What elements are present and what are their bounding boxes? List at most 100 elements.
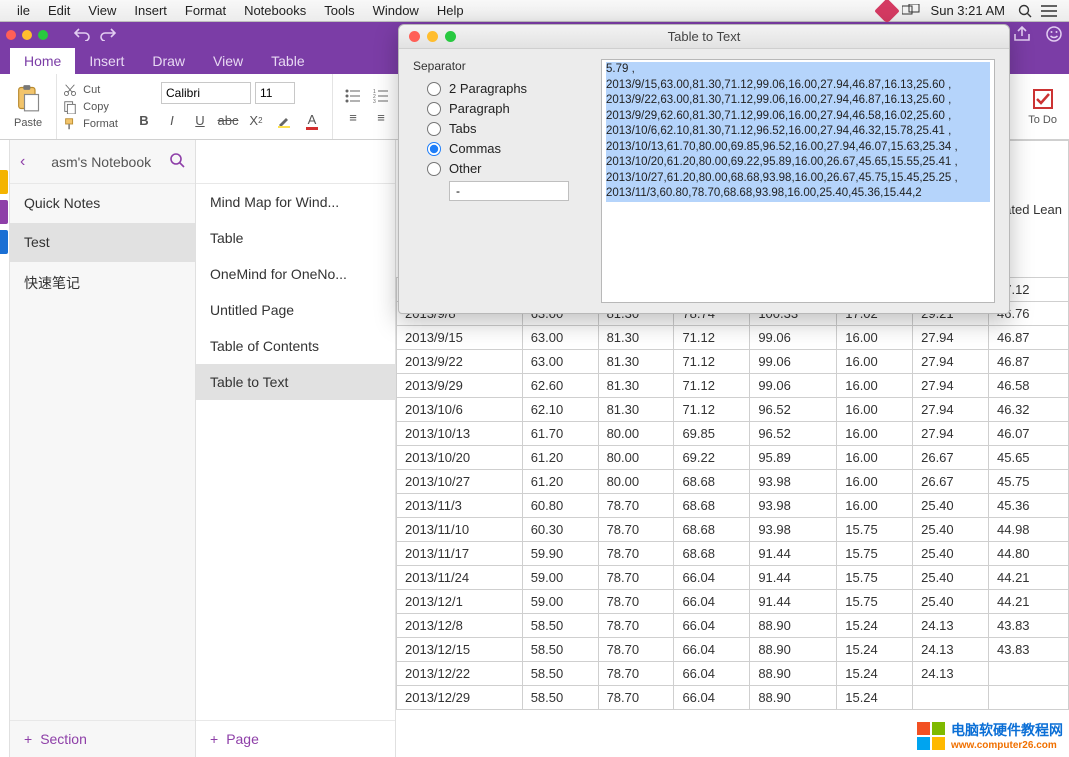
table-cell[interactable]: 15.24	[837, 686, 913, 710]
table-row[interactable]: 2013/10/2761.2080.0068.6893.9816.0026.67…	[397, 470, 1069, 494]
separator-option[interactable]: 2 Paragraphs	[427, 81, 601, 96]
table-cell[interactable]: 15.75	[837, 542, 913, 566]
notebook-tab-1[interactable]	[0, 170, 8, 194]
table-cell[interactable]: 43.83	[989, 638, 1069, 662]
table-cell[interactable]: 15.24	[837, 614, 913, 638]
table-cell[interactable]: 78.70	[598, 614, 674, 638]
table-cell[interactable]: 95.89	[750, 446, 837, 470]
table-cell[interactable]: 25.40	[913, 518, 989, 542]
table-cell[interactable]: 69.22	[674, 446, 750, 470]
table-cell[interactable]: 15.75	[837, 566, 913, 590]
table-cell[interactable]: 15.24	[837, 662, 913, 686]
table-cell[interactable]: 66.04	[674, 686, 750, 710]
bullets-button[interactable]	[341, 85, 365, 107]
window-close[interactable]	[6, 30, 16, 40]
table-cell[interactable]: 43.83	[989, 614, 1069, 638]
page-item[interactable]: Untitled Page	[196, 292, 395, 328]
table-cell[interactable]: 27.94	[913, 374, 989, 398]
indent-button[interactable]: ≡	[369, 107, 393, 129]
table-cell[interactable]: 2013/12/15	[397, 638, 523, 662]
page-item[interactable]: Table of Contents	[196, 328, 395, 364]
table-cell[interactable]: 16.00	[837, 350, 913, 374]
table-cell[interactable]: 68.68	[674, 542, 750, 566]
menu-window[interactable]: Window	[364, 3, 428, 18]
separator-option[interactable]: Commas	[427, 141, 601, 156]
window-zoom[interactable]	[38, 30, 48, 40]
strike-button[interactable]: abc	[216, 110, 240, 132]
table-row[interactable]: 2013/11/1759.9078.7068.6891.4415.7525.40…	[397, 542, 1069, 566]
table-row[interactable]: 2013/9/1563.0081.3071.1299.0616.0027.944…	[397, 326, 1069, 350]
bold-button[interactable]: B	[132, 110, 156, 132]
spotlight-icon[interactable]	[1014, 0, 1036, 22]
table-cell[interactable]: 27.94	[913, 398, 989, 422]
add-page-button[interactable]: +Page	[196, 720, 395, 757]
page-item[interactable]: Mind Map for Wind...	[196, 184, 395, 220]
table-cell[interactable]: 15.24	[837, 638, 913, 662]
table-cell[interactable]: 59.00	[522, 590, 598, 614]
menu-edit[interactable]: Edit	[39, 3, 79, 18]
menu-view[interactable]: View	[79, 3, 125, 18]
table-row[interactable]: 2013/12/159.0078.7066.0491.4415.7525.404…	[397, 590, 1069, 614]
table-cell[interactable]: 80.00	[598, 422, 674, 446]
table-cell[interactable]: 62.10	[522, 398, 598, 422]
table-cell[interactable]: 25.40	[913, 590, 989, 614]
table-cell[interactable]: 27.94	[913, 326, 989, 350]
table-cell[interactable]: 2013/11/3	[397, 494, 523, 518]
table-cell[interactable]: 2013/12/22	[397, 662, 523, 686]
window-minimize[interactable]	[22, 30, 32, 40]
add-section-button[interactable]: +Section	[10, 720, 195, 757]
table-cell[interactable]: 80.00	[598, 446, 674, 470]
table-row[interactable]: 2013/9/2263.0081.3071.1299.0616.0027.944…	[397, 350, 1069, 374]
table-cell[interactable]: 15.75	[837, 518, 913, 542]
table-cell[interactable]: 93.98	[750, 470, 837, 494]
table-cell[interactable]: 81.30	[598, 398, 674, 422]
font-name-combo[interactable]	[161, 82, 251, 104]
page-item[interactable]: OneMind for OneNo...	[196, 256, 395, 292]
table-cell[interactable]: 2013/12/8	[397, 614, 523, 638]
table-cell[interactable]: 88.90	[750, 662, 837, 686]
table-cell[interactable]: 44.21	[989, 590, 1069, 614]
table-cell[interactable]: 2013/11/17	[397, 542, 523, 566]
table-cell[interactable]: 58.50	[522, 686, 598, 710]
table-cell[interactable]: 2013/11/10	[397, 518, 523, 542]
table-cell[interactable]: 99.06	[750, 350, 837, 374]
menu-tools[interactable]: Tools	[315, 3, 363, 18]
redo-button[interactable]	[100, 27, 116, 44]
table-cell[interactable]: 68.68	[674, 470, 750, 494]
table-row[interactable]: 2013/10/2061.2080.0069.2295.8916.0026.67…	[397, 446, 1069, 470]
table-cell[interactable]: 59.90	[522, 542, 598, 566]
page-item[interactable]: Table to Text	[196, 364, 395, 400]
table-cell[interactable]: 44.80	[989, 542, 1069, 566]
table-cell[interactable]: 16.00	[837, 398, 913, 422]
italic-button[interactable]: I	[160, 110, 184, 132]
section-item[interactable]: Test	[10, 223, 195, 262]
section-item[interactable]: 快速笔记	[10, 262, 195, 305]
menu-list-icon[interactable]	[1038, 0, 1060, 22]
table-cell[interactable]: 88.90	[750, 614, 837, 638]
table-cell[interactable]: 27.94	[913, 422, 989, 446]
table-cell[interactable]: 66.04	[674, 590, 750, 614]
search-icon[interactable]	[169, 152, 185, 171]
table-cell[interactable]: 16.00	[837, 374, 913, 398]
table-cell[interactable]: 2013/12/1	[397, 590, 523, 614]
section-item[interactable]: Quick Notes	[10, 184, 195, 223]
tab-table[interactable]: Table	[257, 48, 318, 74]
table-cell[interactable]: 60.30	[522, 518, 598, 542]
todo-tag-button[interactable]: To Do	[1016, 87, 1069, 126]
table-cell[interactable]: 88.90	[750, 686, 837, 710]
table-row[interactable]: 2013/11/1060.3078.7068.6893.9815.7525.40…	[397, 518, 1069, 542]
table-cell[interactable]: 78.70	[598, 518, 674, 542]
table-cell[interactable]: 59.00	[522, 566, 598, 590]
table-cell[interactable]: 26.67	[913, 470, 989, 494]
table-cell[interactable]: 61.20	[522, 470, 598, 494]
tab-insert[interactable]: Insert	[75, 48, 138, 74]
table-cell[interactable]: 2013/10/27	[397, 470, 523, 494]
smiley-button[interactable]	[1045, 25, 1063, 46]
table-cell[interactable]: 24.13	[913, 638, 989, 662]
page-item[interactable]: Table	[196, 220, 395, 256]
table-cell[interactable]: 69.85	[674, 422, 750, 446]
menu-insert[interactable]: Insert	[125, 3, 176, 18]
menu-help[interactable]: Help	[428, 3, 473, 18]
highlight-button[interactable]	[272, 110, 296, 132]
table-cell[interactable]: 60.80	[522, 494, 598, 518]
